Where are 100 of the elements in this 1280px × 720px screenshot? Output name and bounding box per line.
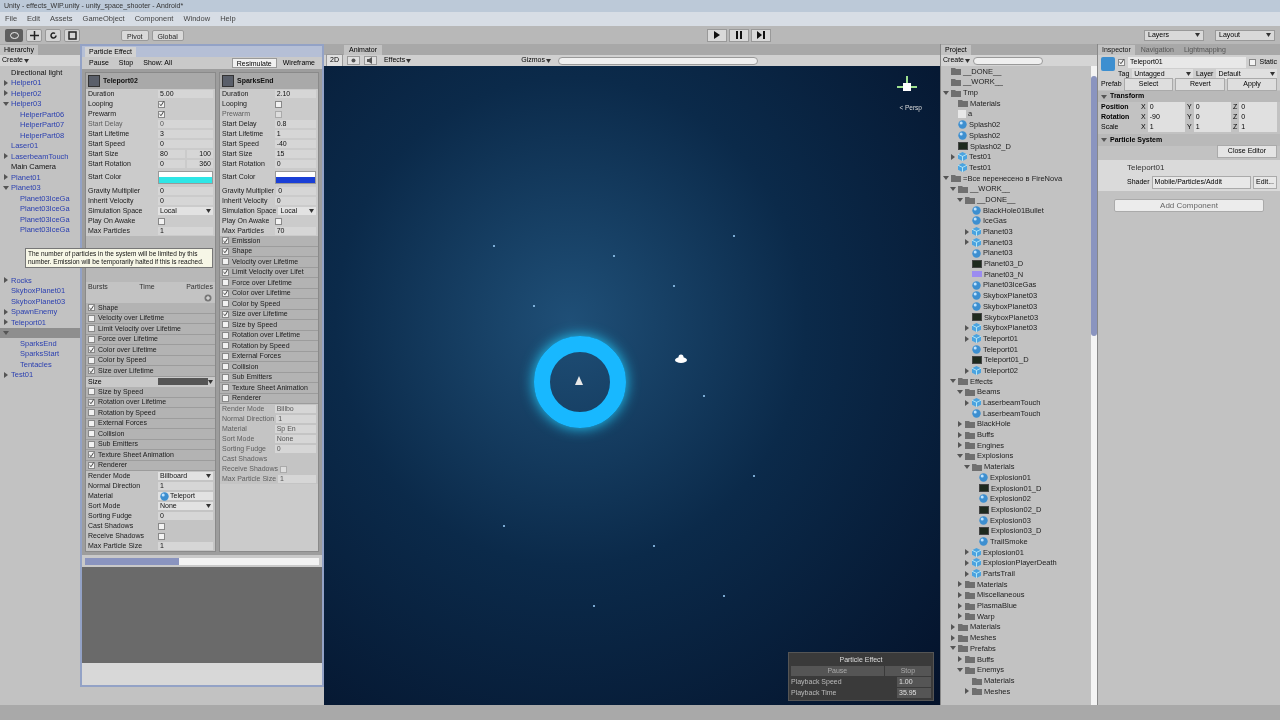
right-triangle-icon[interactable]: [964, 367, 970, 374]
checkbox[interactable]: [158, 217, 165, 225]
caret-icon: [406, 58, 412, 63]
down-triangle-icon[interactable]: [950, 645, 956, 652]
checkbox[interactable]: [222, 258, 229, 266]
checkbox[interactable]: [88, 335, 95, 343]
checkbox[interactable]: [222, 247, 229, 255]
checkbox[interactable]: [158, 110, 165, 118]
checkbox[interactable]: [158, 532, 165, 540]
down-triangle-icon[interactable]: [943, 89, 949, 96]
color-swatch[interactable]: [159, 172, 212, 177]
checkbox[interactable]: [222, 321, 229, 329]
caret-icon: [1195, 33, 1200, 37]
checkbox[interactable]: [88, 398, 95, 406]
color-swatch[interactable]: [159, 177, 212, 183]
playback-button[interactable]: [750, 28, 771, 42]
checkbox[interactable]: [88, 409, 95, 417]
sun-icon: [349, 57, 357, 64]
hand-tool-button[interactable]: [5, 28, 23, 42]
sphere-icon: [160, 491, 169, 501]
tool-button[interactable]: [45, 28, 61, 42]
checkbox[interactable]: [222, 331, 229, 339]
checkbox[interactable]: [222, 352, 229, 360]
checkbox[interactable]: [222, 342, 229, 350]
sphere-icon: [979, 515, 988, 525]
add-component-button[interactable]: Add Component: [1114, 198, 1264, 212]
checkbox[interactable]: [88, 461, 95, 469]
checkbox[interactable]: [222, 373, 229, 381]
checkbox[interactable]: [222, 394, 229, 402]
cube-icon: [958, 163, 967, 173]
right-triangle-icon[interactable]: [950, 153, 956, 160]
right-triangle-icon[interactable]: [3, 174, 9, 181]
color-swatch[interactable]: [275, 177, 315, 183]
tool-button[interactable]: [64, 28, 80, 42]
texture-thumbnail: [972, 313, 982, 322]
search-field[interactable]: [973, 56, 1043, 65]
playback-button[interactable]: [706, 28, 727, 42]
checkbox[interactable]: [222, 279, 229, 287]
checkbox[interactable]: [88, 388, 95, 396]
checkbox[interactable]: [88, 314, 95, 322]
down-triangle-icon[interactable]: [1101, 137, 1107, 143]
texture-thumbnail: [972, 355, 982, 364]
down-triangle-icon[interactable]: [3, 184, 9, 191]
checkbox[interactable]: [1249, 58, 1257, 66]
down-triangle-icon[interactable]: [3, 329, 9, 336]
down-triangle-icon[interactable]: [3, 100, 9, 107]
checkbox[interactable]: [222, 268, 229, 276]
cube-icon: [972, 334, 981, 344]
checkbox[interactable]: [222, 300, 229, 308]
step-icon: [756, 31, 765, 39]
caret-icon: [546, 58, 551, 63]
right-triangle-icon[interactable]: [964, 399, 970, 406]
lighting-button[interactable]: [346, 56, 360, 65]
checkbox[interactable]: [222, 384, 229, 392]
checkbox[interactable]: [88, 419, 95, 427]
checkbox[interactable]: [222, 363, 229, 371]
right-triangle-icon[interactable]: [964, 688, 970, 695]
scrollbar[interactable]: [85, 557, 319, 565]
checkbox[interactable]: [222, 310, 229, 318]
playback-button[interactable]: [728, 28, 749, 42]
tool-button[interactable]: [26, 28, 42, 42]
right-triangle-icon[interactable]: [3, 277, 9, 284]
cube-icon: [972, 227, 981, 237]
cube-icon: [972, 323, 981, 333]
checkbox[interactable]: [88, 304, 95, 312]
checkbox[interactable]: [274, 217, 282, 225]
checkbox[interactable]: [88, 430, 95, 438]
down-triangle-icon[interactable]: [957, 666, 963, 673]
curve-preview[interactable]: [158, 378, 208, 386]
checkbox[interactable]: [222, 289, 229, 297]
down-triangle-icon[interactable]: [1101, 93, 1107, 100]
sphere-icon: [979, 472, 988, 482]
audio-button[interactable]: [363, 56, 377, 65]
checkbox[interactable]: [1118, 58, 1125, 66]
color-swatch[interactable]: [275, 172, 315, 177]
checkbox[interactable]: [88, 325, 95, 333]
rotate-icon: [48, 30, 58, 40]
caret-icon: [1266, 33, 1271, 37]
scrollbar[interactable]: [1091, 66, 1097, 705]
sphere-icon: [958, 130, 967, 140]
right-triangle-icon[interactable]: [957, 656, 963, 663]
sphere-icon: [979, 494, 988, 504]
checkbox[interactable]: [274, 100, 282, 108]
search-field[interactable]: [558, 56, 758, 65]
checkbox[interactable]: [222, 237, 229, 245]
checkbox[interactable]: [88, 451, 95, 459]
checkbox[interactable]: [88, 346, 95, 354]
material-name: Teleport01: [1126, 162, 1166, 174]
checkbox[interactable]: [88, 367, 95, 375]
cube-icon: [958, 152, 967, 162]
checkbox[interactable]: [88, 440, 95, 448]
right-triangle-icon[interactable]: [3, 371, 9, 378]
checkbox[interactable]: [158, 522, 165, 530]
checkbox[interactable]: [158, 100, 165, 108]
cube-icon: [972, 237, 981, 247]
checkbox[interactable]: [88, 356, 95, 364]
add-icon[interactable]: [204, 293, 212, 302]
caret-icon: [24, 58, 29, 63]
right-triangle-icon[interactable]: [3, 153, 9, 160]
pause-icon: [734, 31, 743, 39]
